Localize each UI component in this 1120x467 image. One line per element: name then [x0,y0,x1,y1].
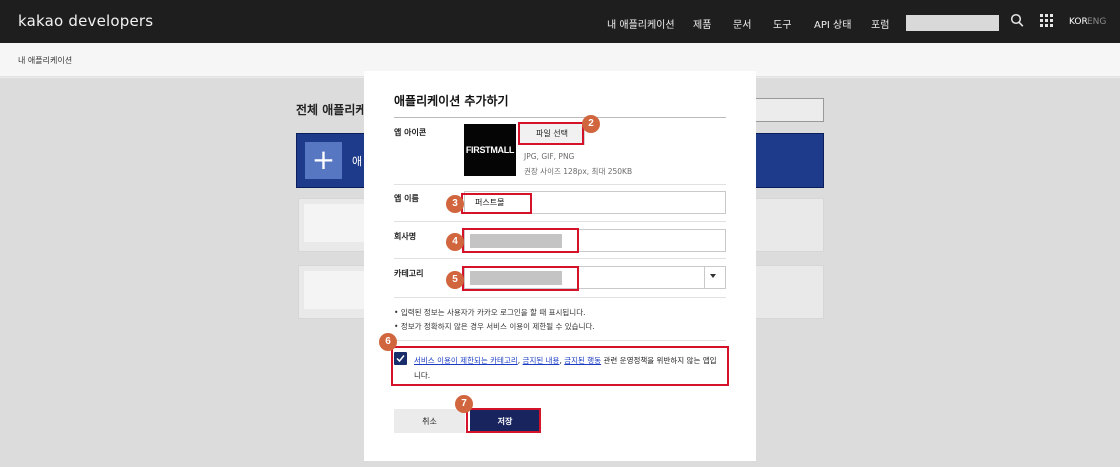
chevron-down-icon[interactable] [710,274,716,278]
divider [394,117,726,118]
annotation-box-7 [466,408,541,433]
nav-forum[interactable]: 포럼 [871,16,889,31]
dropdown-divider [704,267,705,288]
app-thumbnail [304,204,364,242]
header-search-input[interactable] [906,15,999,31]
kakao-developers-logo[interactable]: kakao developers [18,12,153,30]
divider [394,184,726,185]
cancel-button[interactable]: 취소 [394,409,465,433]
modal-title: 애플리케이션 추가하기 [394,94,509,108]
annotation-badge-3: 3 [446,195,464,213]
info-note-2-text: 정보가 정확하지 않은 경우 서비스 이용이 제한될 수 있습니다. [400,322,595,331]
company-name-label: 회사명 [394,232,417,241]
lang-eng[interactable]: ENG [1087,17,1106,27]
nav-my-applications[interactable]: 내 애플리케이션 [607,16,675,31]
icon-format-hint: JPG, GIF, PNG [524,152,575,161]
annotation-badge-4: 4 [446,233,464,251]
plus-icon: + [311,143,336,176]
icon-size-hint: 권장 사이즈 128px, 최대 250KB [524,167,633,176]
app-icon-preview: FIRSTMALL [464,124,516,176]
divider [394,221,726,222]
annotation-box-2 [518,122,584,145]
app-name-label: 앱 이름 [394,194,419,203]
app-search-input [755,98,824,122]
breadcrumb[interactable]: 내 애플리케이션 [18,55,72,66]
nav-tools[interactable]: 도구 [773,16,791,31]
annotation-box-5 [462,266,579,291]
annotation-badge-5: 5 [446,271,464,289]
info-note-1-text: 입력된 정보는 사용자가 카카오 로그인을 할 때 표시됩니다. [400,308,586,317]
annotation-box-4 [462,228,579,253]
divider [394,340,726,341]
app-icon-label: 앱 아이콘 [394,128,427,137]
category-label: 카테고리 [394,269,424,278]
nav-api-status[interactable]: API 상태 [814,16,851,31]
info-note-1: • 입력된 정보는 사용자가 카카오 로그인을 할 때 표시됩니다. [394,308,586,317]
add-application-label: 애 [352,155,363,168]
annotation-box-6 [391,346,729,386]
nav-products[interactable]: 제품 [693,16,711,31]
app-thumbnail [304,271,364,309]
annotation-badge-7: 7 [455,395,473,413]
grid-menu-icon[interactable] [1040,14,1053,27]
info-note-2: • 정보가 정확하지 않은 경우 서비스 이용이 제한될 수 있습니다. [394,322,595,331]
search-icon[interactable] [1010,13,1024,29]
lang-kor[interactable]: KOR [1069,17,1088,27]
divider [394,258,726,259]
divider [394,297,726,298]
annotation-badge-2: 2 [582,115,600,133]
annotation-box-3 [461,193,532,214]
annotation-badge-6: 6 [379,333,397,351]
nav-docs[interactable]: 문서 [733,16,751,31]
